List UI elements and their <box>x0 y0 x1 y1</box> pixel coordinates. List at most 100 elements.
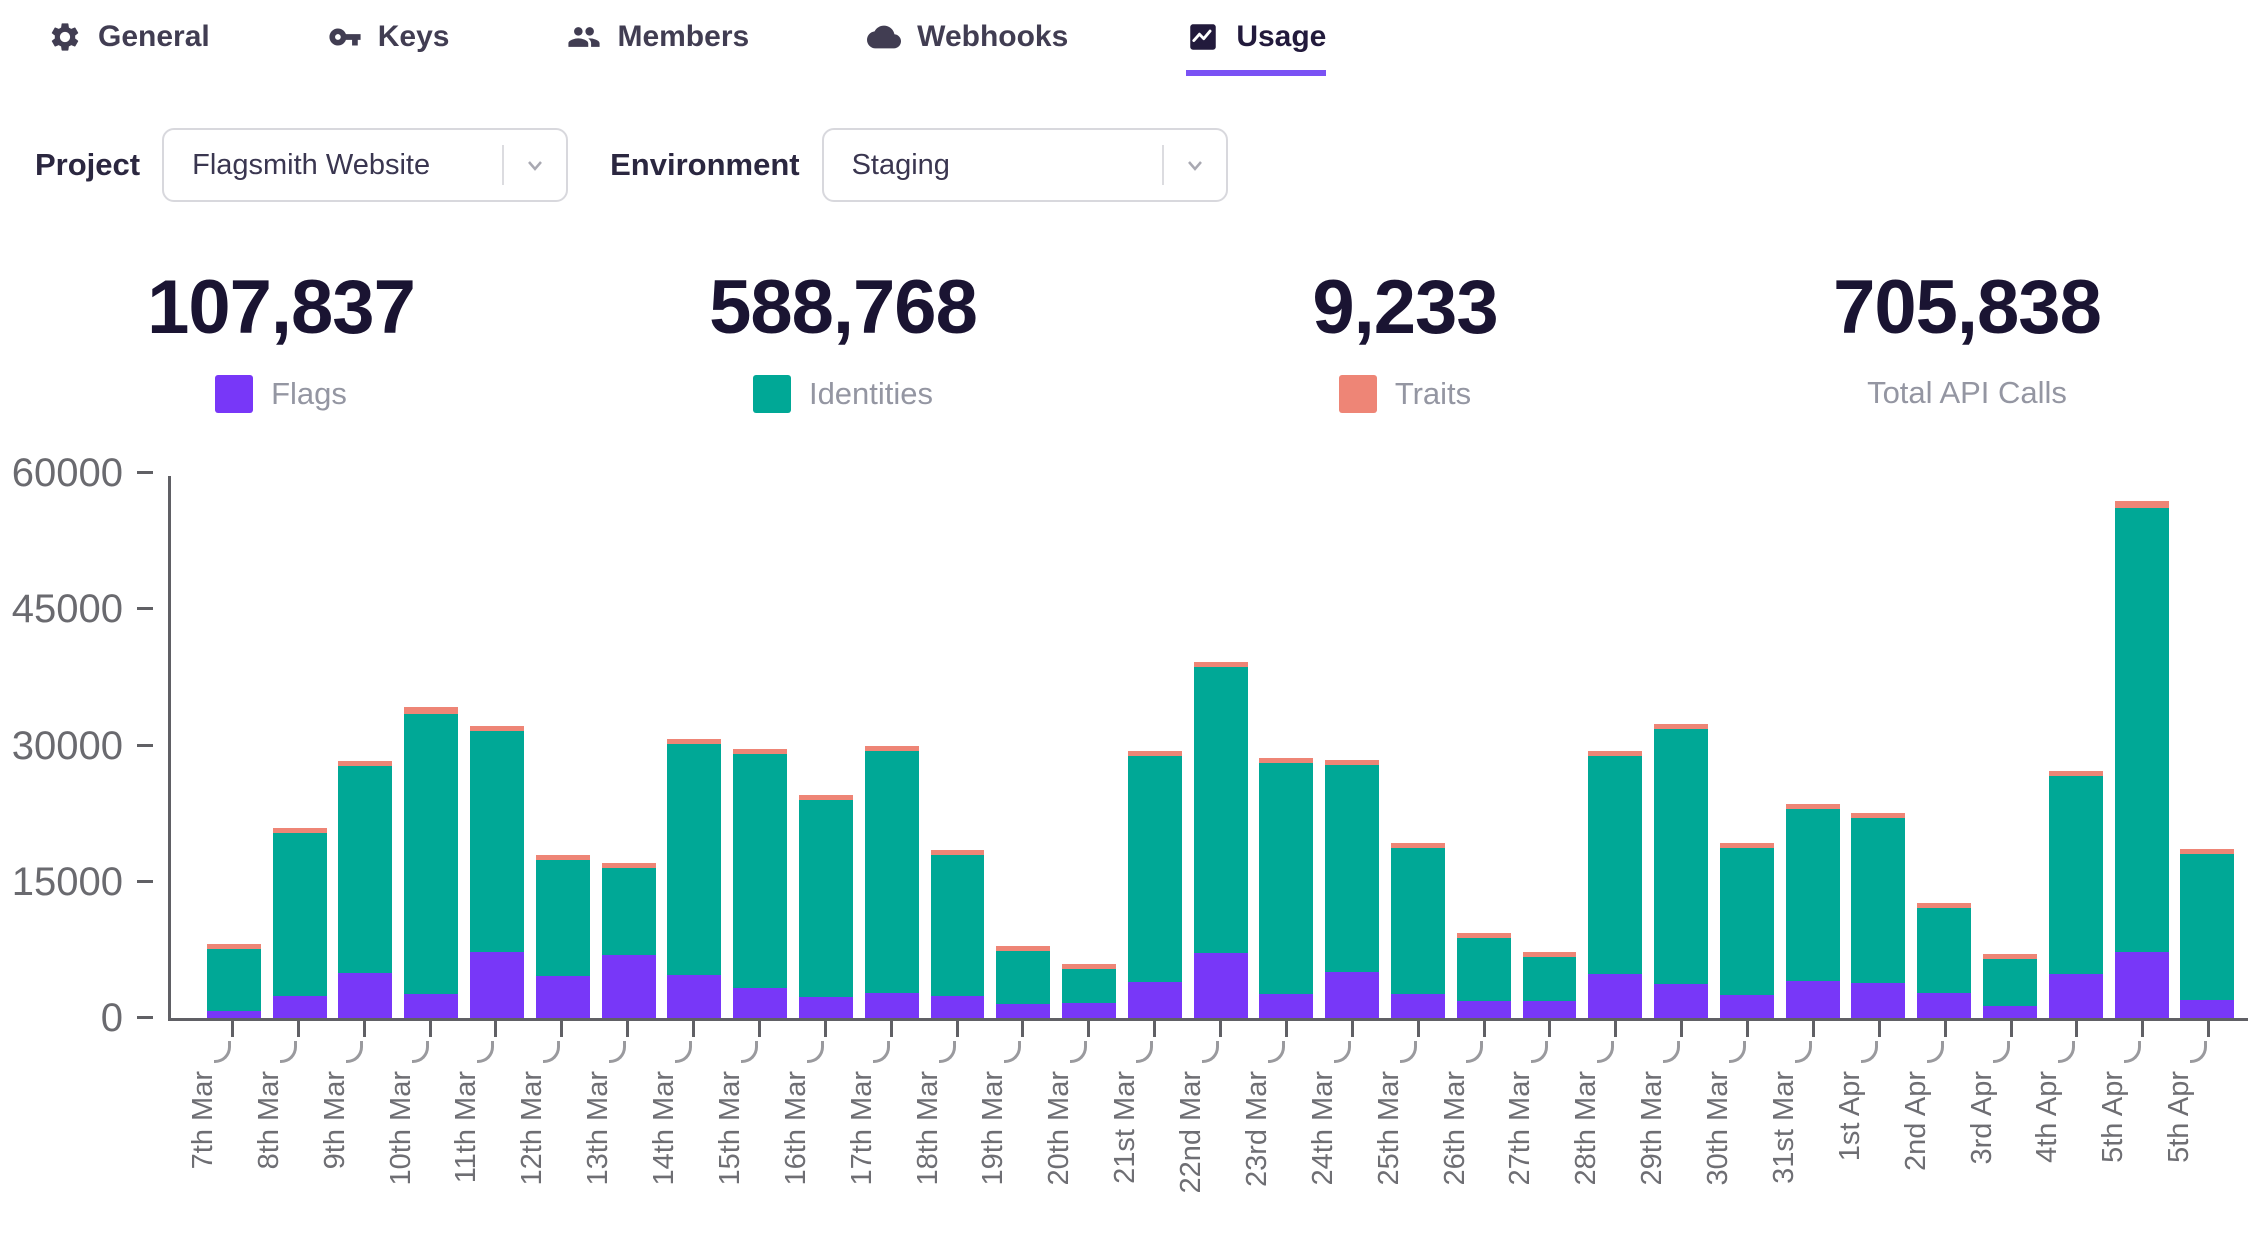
x-label-leader <box>2190 1041 2207 1063</box>
stacked-bar[interactable] <box>273 828 327 1018</box>
bar-column[interactable] <box>1648 476 1714 1018</box>
bar-column[interactable] <box>1451 476 1517 1018</box>
stacked-bar[interactable] <box>470 726 524 1018</box>
stat-label: Identities <box>809 376 933 412</box>
bar-column[interactable] <box>1582 476 1648 1018</box>
bar-column[interactable] <box>1122 476 1188 1018</box>
environment-select[interactable]: Staging <box>822 128 1228 202</box>
stacked-bar[interactable] <box>1523 952 1577 1018</box>
bar-column[interactable] <box>530 476 596 1018</box>
x-label-leader <box>543 1041 560 1063</box>
chevron-down-icon[interactable] <box>1164 153 1226 177</box>
stacked-bar[interactable] <box>1062 964 1116 1018</box>
stacked-bar[interactable] <box>931 850 985 1018</box>
stacked-bar[interactable] <box>2180 849 2234 1018</box>
bar-column[interactable] <box>1780 476 1846 1018</box>
stacked-bar[interactable] <box>404 707 458 1018</box>
bar-column[interactable] <box>201 476 267 1018</box>
bars-container <box>171 476 2248 1018</box>
stacked-bar[interactable] <box>536 855 590 1018</box>
bar-column[interactable] <box>2109 476 2175 1018</box>
bar-column[interactable] <box>1846 476 1912 1018</box>
bar-column[interactable] <box>925 476 991 1018</box>
tab-keys[interactable]: Keys <box>328 20 450 76</box>
x-tick-label: 26th Mar <box>1439 1071 1472 1185</box>
project-select[interactable]: Flagsmith Website <box>162 128 568 202</box>
tab-label: Webhooks <box>917 20 1068 54</box>
flags-swatch <box>215 375 253 413</box>
x-tick <box>692 1021 695 1037</box>
bar-column[interactable] <box>333 476 399 1018</box>
bar-column[interactable] <box>398 476 464 1018</box>
x-tick <box>1087 1021 1090 1037</box>
stacked-bar[interactable] <box>667 739 721 1018</box>
stacked-bar[interactable] <box>733 749 787 1018</box>
x-tick-label: 10th Mar <box>385 1071 418 1185</box>
tab-usage[interactable]: Usage <box>1186 20 1326 76</box>
x-tick <box>1021 1021 1024 1037</box>
bar-column[interactable] <box>1977 476 2043 1018</box>
stacked-bar[interactable] <box>1259 758 1313 1018</box>
stacked-bar[interactable] <box>1194 662 1248 1018</box>
stacked-bar[interactable] <box>799 795 853 1018</box>
stacked-bar[interactable] <box>996 946 1050 1018</box>
bar-column[interactable] <box>793 476 859 1018</box>
stacked-bar[interactable] <box>2049 771 2103 1018</box>
stacked-bar[interactable] <box>338 761 392 1018</box>
bar-column[interactable] <box>859 476 925 1018</box>
bar-column[interactable] <box>1385 476 1451 1018</box>
stacked-bar[interactable] <box>1128 751 1182 1019</box>
bar-column[interactable] <box>1714 476 1780 1018</box>
chevron-down-icon[interactable] <box>504 153 566 177</box>
bar-column[interactable] <box>1319 476 1385 1018</box>
x-axis: 7th Mar8th Mar9th Mar10th Mar11th Mar12t… <box>168 1021 2248 1236</box>
bar-column[interactable] <box>1911 476 1977 1018</box>
stacked-bar[interactable] <box>207 944 261 1018</box>
stacked-bar[interactable] <box>1786 804 1840 1018</box>
identities-segment <box>931 855 985 996</box>
y-tick-label: 45000 <box>3 587 153 631</box>
bar-column[interactable] <box>1188 476 1254 1018</box>
bar-column[interactable] <box>267 476 333 1018</box>
stacked-bar[interactable] <box>1917 903 1971 1018</box>
x-tick <box>429 1021 432 1037</box>
stacked-bar[interactable] <box>1983 954 2037 1018</box>
tab-general[interactable]: General <box>48 20 210 76</box>
bar-column[interactable] <box>990 476 1056 1018</box>
x-label-leader <box>675 1041 692 1063</box>
bar-column[interactable] <box>2174 476 2240 1018</box>
x-tick <box>297 1021 300 1037</box>
bar-column[interactable] <box>727 476 793 1018</box>
identities-segment <box>536 860 590 976</box>
usage-chart-icon <box>1186 20 1220 54</box>
stat-total-api-calls: 705,838 Total API Calls <box>1686 264 2248 418</box>
stacked-bar[interactable] <box>1325 760 1379 1018</box>
tab-webhooks[interactable]: Webhooks <box>867 20 1068 76</box>
bar-column[interactable] <box>1056 476 1122 1018</box>
x-tick <box>494 1021 497 1037</box>
x-tick-label: 17th Mar <box>846 1071 879 1185</box>
bar-column[interactable] <box>1254 476 1320 1018</box>
flags-segment <box>1654 984 1708 1018</box>
tab-members[interactable]: Members <box>567 20 749 76</box>
stacked-bar[interactable] <box>1851 813 1905 1018</box>
stacked-bar[interactable] <box>1588 751 1642 1018</box>
x-label-leader <box>1466 1041 1483 1063</box>
stacked-bar[interactable] <box>865 746 919 1018</box>
x-label-leader <box>1663 1041 1680 1063</box>
bar-column[interactable] <box>2043 476 2109 1018</box>
stacked-bar[interactable] <box>1391 843 1445 1018</box>
stacked-bar[interactable] <box>2115 501 2169 1018</box>
x-tick-label: 19th Mar <box>977 1071 1010 1185</box>
y-tick-label: 60000 <box>3 451 153 495</box>
x-tick <box>1417 1021 1420 1037</box>
bar-column[interactable] <box>1517 476 1583 1018</box>
bar-column[interactable] <box>464 476 530 1018</box>
stacked-bar[interactable] <box>602 863 656 1018</box>
x-label-leader <box>280 1041 297 1063</box>
bar-column[interactable] <box>596 476 662 1018</box>
bar-column[interactable] <box>661 476 727 1018</box>
stacked-bar[interactable] <box>1654 724 1708 1018</box>
stacked-bar[interactable] <box>1457 933 1511 1018</box>
stacked-bar[interactable] <box>1720 843 1774 1018</box>
